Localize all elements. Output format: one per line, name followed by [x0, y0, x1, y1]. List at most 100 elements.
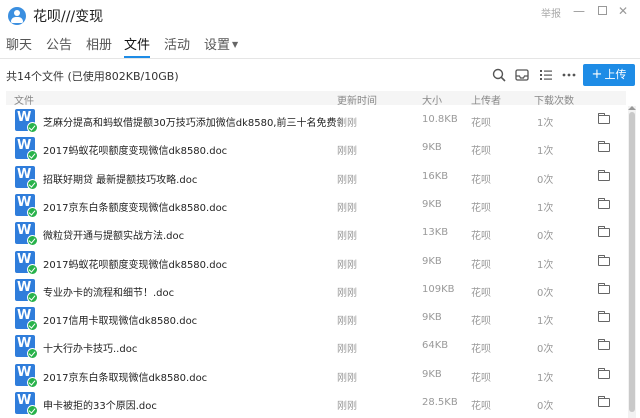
- file-name[interactable]: 专业办卡的流程和细节！.doc: [43, 284, 174, 299]
- more-icon[interactable]: [561, 67, 577, 83]
- word-doc-icon: W: [15, 278, 38, 303]
- tab-bar: 聊天 公告 相册 文件 活动 设置 ▼: [0, 34, 640, 58]
- file-row[interactable]: W 十大行办卡技巧..doc 刚刚 64KB 花呗 0次: [6, 332, 626, 360]
- file-row[interactable]: W 2017信用卡取现微信dk8580.doc 刚刚 9KB 花呗 1次: [6, 304, 626, 332]
- word-doc-icon: W: [15, 335, 38, 360]
- scroll-thumb[interactable]: [629, 112, 635, 412]
- file-download-count: 0次: [537, 401, 554, 412]
- file-row[interactable]: W 2017京东白条取现微信dk8580.doc 刚刚 9KB 花呗 1次: [6, 361, 626, 389]
- open-folder-icon[interactable]: [598, 169, 610, 181]
- file-name[interactable]: 2017京东白条取现微信dk8580.doc: [43, 369, 207, 384]
- open-folder-icon[interactable]: [598, 339, 610, 351]
- check-badge-icon: [27, 122, 38, 133]
- file-updated-time: 刚刚: [337, 174, 357, 186]
- check-badge-icon: [27, 376, 38, 388]
- file-updated-time: 刚刚: [337, 146, 357, 158]
- open-folder-icon[interactable]: [598, 113, 610, 124]
- file-row[interactable]: W 2017京东白条额度变现微信dk8580.doc 刚刚 9KB 花呗 1次: [6, 191, 626, 219]
- tab-activities[interactable]: 活动: [164, 34, 190, 53]
- group-title: 花呗///变现: [33, 9, 104, 25]
- tab-album[interactable]: 相册: [86, 34, 112, 53]
- word-doc-icon: W: [15, 109, 38, 133]
- tab-settings-label: 设置: [204, 38, 231, 53]
- file-uploader: 花呗: [471, 259, 491, 271]
- file-name[interactable]: 申卡被拒的33个原因.doc: [43, 397, 157, 412]
- column-header-updated[interactable]: 更新时间: [337, 92, 377, 107]
- scroll-up-arrow-icon[interactable]: [628, 106, 636, 110]
- file-uploader: 花呗: [471, 146, 491, 158]
- file-updated-time: 刚刚: [337, 316, 357, 328]
- check-badge-icon: [27, 320, 38, 332]
- word-doc-icon: W: [15, 137, 38, 162]
- column-header-size[interactable]: 大小: [422, 92, 442, 107]
- upload-label: 上传: [604, 68, 627, 81]
- file-list: W 芝麻分提高和蚂蚁借提额30万技巧添加微信dk8580,前三十名免费领取.doc…: [6, 106, 626, 418]
- column-header-file[interactable]: 文件: [14, 92, 34, 107]
- file-row[interactable]: W 微粒贷开通与提额实战方法.doc 刚刚 13KB 花呗 0次: [6, 219, 626, 247]
- file-row[interactable]: W 芝麻分提高和蚂蚁借提额30万技巧添加微信dk8580,前三十名免费领取.doc…: [6, 106, 626, 134]
- file-size: 13KB: [422, 227, 449, 239]
- file-name[interactable]: 微粒贷开通与提额实战方法.doc: [43, 227, 184, 242]
- check-badge-icon: [27, 348, 38, 360]
- file-updated-time: 刚刚: [337, 202, 357, 214]
- file-size: 109KB: [422, 283, 455, 295]
- tab-settings[interactable]: 设置 ▼: [204, 34, 238, 53]
- file-uploader: 花呗: [471, 231, 491, 243]
- column-header-uploader[interactable]: 上传者: [471, 92, 501, 107]
- file-name[interactable]: 2017京东白条额度变现微信dk8580.doc: [43, 199, 227, 214]
- word-doc-icon: W: [15, 363, 38, 388]
- minimize-icon[interactable]: —: [572, 4, 586, 18]
- file-download-count: 1次: [537, 146, 554, 158]
- title-bar: 花呗///变现 举报 — ✕: [0, 0, 640, 32]
- file-download-count: 1次: [537, 316, 554, 328]
- word-doc-icon: W: [15, 165, 38, 190]
- tab-announcements[interactable]: 公告: [46, 34, 72, 53]
- file-row[interactable]: W 2017蚂蚁花呗额度变现微信dk8580.doc 刚刚 9KB 花呗 1次: [6, 248, 626, 276]
- file-size: 10.8KB: [422, 114, 458, 125]
- check-badge-icon: [27, 206, 38, 218]
- scrollbar[interactable]: [628, 106, 636, 418]
- file-summary: 共14个文件 (已使用802KB/10GB): [6, 70, 179, 83]
- open-folder-icon[interactable]: [598, 141, 610, 153]
- file-name[interactable]: 2017蚂蚁花呗额度变现微信dk8580.doc: [43, 142, 227, 157]
- file-download-count: 1次: [537, 202, 554, 214]
- file-name[interactable]: 芝麻分提高和蚂蚁借提额30万技巧添加微信dk8580,前三十名免费领取.docx: [43, 114, 343, 129]
- file-row[interactable]: W 招联好期贷 最新提额技巧攻略.doc 刚刚 16KB 花呗 0次: [6, 163, 626, 191]
- tab-chat[interactable]: 聊天: [6, 34, 32, 53]
- file-uploader: 花呗: [471, 316, 491, 328]
- open-folder-icon[interactable]: [598, 396, 610, 407]
- report-link[interactable]: 举报: [541, 5, 561, 20]
- file-row[interactable]: W 申卡被拒的33个原因.doc 刚刚 28.5KB 花呗 0次: [6, 389, 626, 417]
- column-header-downloads[interactable]: 下载次数: [534, 92, 574, 107]
- open-folder-icon[interactable]: [598, 254, 610, 266]
- file-name[interactable]: 2017蚂蚁花呗额度变现微信dk8580.doc: [43, 256, 227, 271]
- file-download-count: 1次: [537, 118, 554, 129]
- file-name[interactable]: 十大行办卡技巧..doc: [43, 340, 137, 355]
- check-badge-icon: [27, 178, 38, 190]
- word-doc-icon: W: [15, 392, 38, 416]
- maximize-icon[interactable]: [595, 4, 609, 18]
- open-folder-icon[interactable]: [598, 367, 610, 379]
- file-updated-time: 刚刚: [337, 259, 357, 271]
- search-icon[interactable]: [491, 67, 507, 83]
- list-view-icon[interactable]: [538, 67, 554, 83]
- divider: [0, 58, 640, 59]
- file-size: 64KB: [422, 340, 449, 352]
- open-folder-icon[interactable]: [598, 197, 610, 209]
- file-size: 9KB: [422, 255, 442, 267]
- file-row[interactable]: W 专业办卡的流程和细节！.doc 刚刚 109KB 花呗 0次: [6, 276, 626, 304]
- open-folder-icon[interactable]: [598, 226, 610, 238]
- upload-button[interactable]: + 上传: [583, 64, 635, 86]
- open-folder-icon[interactable]: [598, 311, 610, 323]
- tab-files[interactable]: 文件: [124, 34, 150, 53]
- file-name[interactable]: 2017信用卡取现微信dk8580.doc: [43, 312, 197, 327]
- close-icon[interactable]: ✕: [616, 4, 630, 18]
- file-download-count: 1次: [537, 372, 554, 384]
- word-doc-icon: W: [15, 222, 38, 247]
- file-row[interactable]: W 2017蚂蚁花呗额度变现微信dk8580.doc 刚刚 9KB 花呗 1次: [6, 134, 626, 162]
- file-size: 9KB: [422, 198, 442, 210]
- open-folder-icon[interactable]: [598, 282, 610, 294]
- file-name[interactable]: 招联好期贷 最新提额技巧攻略.doc: [43, 171, 197, 186]
- inbox-icon[interactable]: [514, 67, 530, 83]
- file-updated-time: 刚刚: [337, 118, 357, 129]
